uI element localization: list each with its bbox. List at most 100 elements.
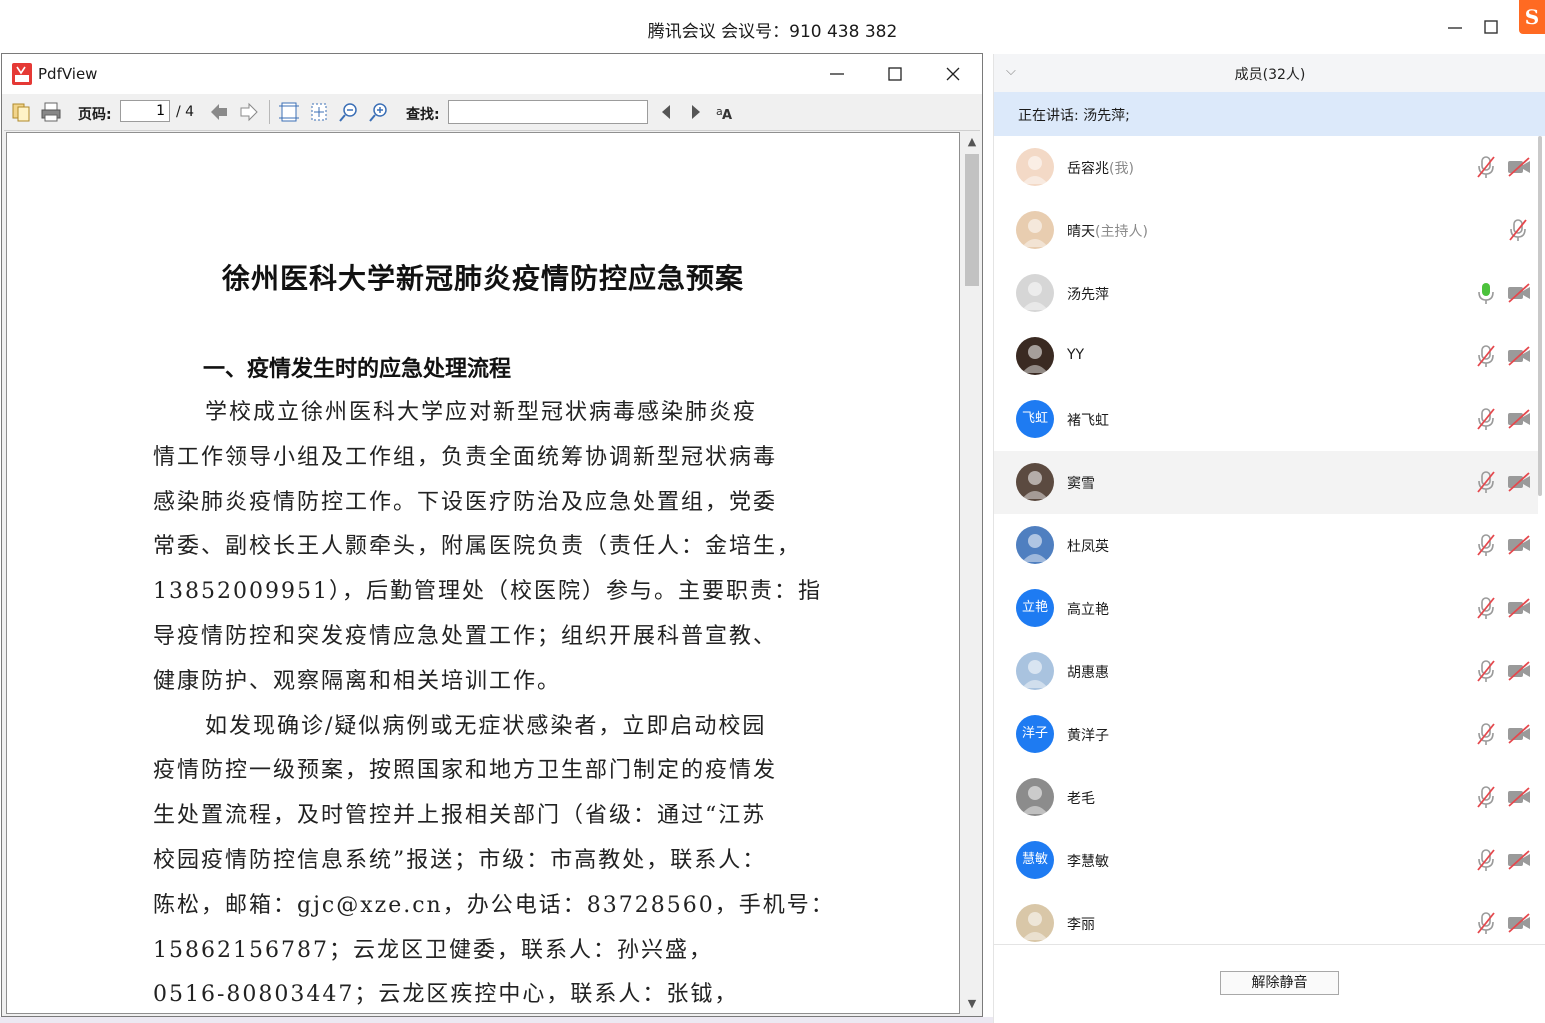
- pdf-vertical-scrollbar[interactable]: ▲ ▼: [962, 132, 982, 1014]
- members-panel: ⌵ 成员(32人) 正在讲话: 汤先萍; 岳容兆(我) 晴天(主持人) 汤先萍 YY 飞…: [993, 54, 1545, 1023]
- member-name: 褚飞虹: [1067, 410, 1109, 430]
- microphone-muted-icon[interactable]: [1474, 532, 1498, 558]
- match-case-icon[interactable]: aA: [714, 101, 736, 123]
- sogou-logo[interactable]: S: [1519, 0, 1545, 34]
- member-name: 胡惠惠: [1067, 662, 1109, 682]
- scroll-up-icon[interactable]: ▲: [962, 132, 982, 152]
- member-row[interactable]: 老毛: [994, 766, 1538, 829]
- page-number-input[interactable]: 1: [120, 100, 170, 122]
- find-next-icon[interactable]: [684, 101, 706, 123]
- avatar[interactable]: [1016, 904, 1054, 942]
- microphone-muted-icon[interactable]: [1474, 721, 1498, 747]
- member-name-text: 老毛: [1067, 791, 1095, 807]
- member-list: 岳容兆(我) 晴天(主持人) 汤先萍 YY 飞虹 褚飞虹 窦雪 杜凤英 立艳 高立艳 胡惠惠 洋子 黄洋…: [994, 136, 1538, 944]
- microphone-muted-icon[interactable]: [1474, 658, 1498, 684]
- fit-page-icon[interactable]: [308, 101, 330, 123]
- camera-off-icon[interactable]: [1506, 345, 1532, 367]
- scroll-down-icon[interactable]: ▼: [962, 994, 982, 1014]
- zoom-in-icon[interactable]: [368, 101, 390, 123]
- member-row[interactable]: 慧敏 李慧敏: [994, 829, 1538, 892]
- member-row[interactable]: 胡惠惠: [994, 640, 1538, 703]
- next-page-icon[interactable]: [238, 101, 260, 123]
- microphone-muted-icon[interactable]: [1506, 217, 1530, 243]
- member-name-text: 黄洋子: [1067, 728, 1109, 744]
- fit-width-icon[interactable]: [278, 101, 300, 123]
- member-name-text: 汤先萍: [1067, 287, 1109, 303]
- camera-off-icon[interactable]: [1506, 786, 1532, 808]
- copy-icon[interactable]: [10, 101, 32, 123]
- microphone-muted-icon[interactable]: [1474, 595, 1498, 621]
- member-list-scrollbar[interactable]: [1538, 136, 1544, 944]
- page-total: / 4: [176, 104, 195, 120]
- avatar[interactable]: [1016, 148, 1054, 186]
- member-row[interactable]: 立艳 高立艳: [994, 577, 1538, 640]
- avatar[interactable]: [1016, 337, 1054, 375]
- scroll-thumb[interactable]: [965, 154, 979, 286]
- microphone-muted-icon[interactable]: [1474, 406, 1498, 432]
- microphone-muted-icon[interactable]: [1474, 343, 1498, 369]
- microphone-muted-icon[interactable]: [1474, 469, 1498, 495]
- pdf-close-icon[interactable]: [943, 64, 963, 84]
- find-input[interactable]: [448, 100, 648, 124]
- document-line: 0516-80803447；云龙区疾控中心，联系人：张钺，: [153, 982, 739, 1008]
- microphone-muted-icon[interactable]: [1474, 910, 1498, 936]
- avatar[interactable]: 慧敏: [1016, 841, 1054, 879]
- avatar[interactable]: 飞虹: [1016, 400, 1054, 438]
- find-previous-icon[interactable]: [656, 101, 678, 123]
- camera-off-icon[interactable]: [1506, 723, 1532, 745]
- camera-off-icon[interactable]: [1506, 156, 1532, 178]
- previous-page-icon[interactable]: [208, 101, 230, 123]
- member-role: (我): [1109, 161, 1134, 177]
- microphone-muted-icon[interactable]: [1474, 784, 1498, 810]
- avatar[interactable]: [1016, 211, 1054, 249]
- member-row[interactable]: YY: [994, 325, 1538, 388]
- avatar[interactable]: [1016, 463, 1054, 501]
- member-row[interactable]: 晴天(主持人): [994, 199, 1538, 262]
- avatar[interactable]: [1016, 526, 1054, 564]
- member-row[interactable]: 窦雪: [994, 451, 1538, 514]
- member-name: 黄洋子: [1067, 725, 1109, 745]
- document-line: 健康防护、观察隔离和相关培训工作。: [153, 668, 562, 694]
- member-name-text: 窦雪: [1067, 476, 1095, 492]
- camera-off-icon[interactable]: [1506, 408, 1532, 430]
- camera-off-icon[interactable]: [1506, 471, 1532, 493]
- maximize-icon[interactable]: [1480, 16, 1502, 38]
- member-row[interactable]: 岳容兆(我): [994, 136, 1538, 199]
- member-list-scroll-thumb[interactable]: [1538, 136, 1542, 496]
- member-name: 晴天(主持人): [1067, 221, 1148, 241]
- pdf-window-title: PdfView: [38, 65, 98, 83]
- camera-off-icon[interactable]: [1506, 849, 1532, 871]
- member-row[interactable]: 洋子 黄洋子: [994, 703, 1538, 766]
- camera-off-icon[interactable]: [1506, 534, 1532, 556]
- microphone-muted-icon[interactable]: [1474, 847, 1498, 873]
- print-icon[interactable]: [40, 101, 62, 123]
- unmute-all-button[interactable]: 解除静音: [1220, 971, 1339, 995]
- document-title: 徐州医科大学新冠肺炎疫情防控应急预案: [221, 262, 744, 295]
- pdf-page: 徐州医科大学新冠肺炎疫情防控应急预案 一、疫情发生时的应急处理流程 学校成立徐州…: [6, 132, 960, 1014]
- microphone-muted-icon[interactable]: [1474, 154, 1498, 180]
- member-name: 杜凤英: [1067, 536, 1109, 556]
- camera-off-icon[interactable]: [1506, 912, 1532, 934]
- camera-off-icon[interactable]: [1506, 660, 1532, 682]
- document-line: 学校成立徐州医科大学应对新型冠状病毒感染肺炎疫: [205, 400, 758, 425]
- minimize-icon[interactable]: [1444, 16, 1466, 38]
- camera-off-icon[interactable]: [1506, 597, 1532, 619]
- pdf-minimize-icon[interactable]: [827, 64, 847, 84]
- pdf-toolbar: 页码: 1 / 4 查找: aA: [4, 94, 980, 131]
- microphone-active-icon[interactable]: [1474, 280, 1498, 306]
- avatar[interactable]: [1016, 274, 1054, 312]
- document-line: 生处置流程，及时管控并上报相关部门（省级：通过“江苏: [153, 803, 767, 829]
- avatar[interactable]: 洋子: [1016, 715, 1054, 753]
- member-row[interactable]: 李丽: [994, 892, 1538, 944]
- zoom-out-icon[interactable]: [338, 101, 360, 123]
- member-row[interactable]: 杜凤英: [994, 514, 1538, 577]
- avatar[interactable]: [1016, 778, 1054, 816]
- member-row[interactable]: 飞虹 褚飞虹: [994, 388, 1538, 451]
- camera-off-icon[interactable]: [1506, 282, 1532, 304]
- speaking-text: 正在讲话: 汤先萍;: [1018, 108, 1130, 124]
- pdf-maximize-icon[interactable]: [885, 64, 905, 84]
- avatar[interactable]: 立艳: [1016, 589, 1054, 627]
- taskbar-strip: [0, 1017, 993, 1023]
- member-row[interactable]: 汤先萍: [994, 262, 1538, 325]
- avatar[interactable]: [1016, 652, 1054, 690]
